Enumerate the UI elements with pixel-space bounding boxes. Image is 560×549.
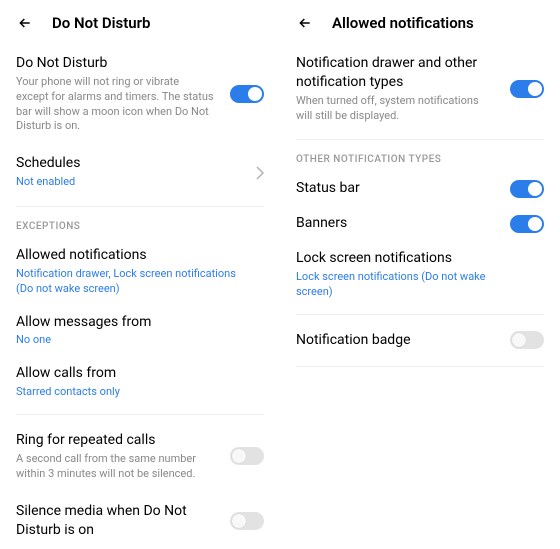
divider	[296, 314, 544, 315]
schedules-title: Schedules	[16, 154, 264, 173]
drawer-desc: When turned off, system notifications wi…	[296, 94, 544, 124]
dnd-row[interactable]: Do Not Disturb Your phone will not ring …	[0, 44, 280, 144]
calls-value: Starred contacts only	[16, 385, 264, 400]
repeated-toggle[interactable]	[230, 447, 264, 465]
statusbar-toggle[interactable]	[510, 180, 544, 198]
dnd-title: Do Not Disturb	[16, 54, 264, 73]
schedules-value: Not enabled	[16, 175, 264, 190]
calls-row[interactable]: Allow calls from Starred contacts only	[0, 356, 280, 408]
statusbar-title: Status bar	[296, 179, 544, 198]
messages-value: No one	[16, 333, 264, 348]
schedules-row[interactable]: Schedules Not enabled	[0, 144, 280, 200]
badge-title: Notification badge	[296, 331, 544, 350]
header: Allowed notifications	[280, 0, 560, 44]
silence-title: Silence media when Do Not Disturb is on	[16, 502, 264, 540]
statusbar-row[interactable]: Status bar	[280, 171, 560, 206]
repeated-desc: A second call from the same number withi…	[16, 452, 264, 482]
drawer-title: Notification drawer and other notificati…	[296, 54, 544, 92]
messages-title: Allow messages from	[16, 313, 264, 332]
divider	[296, 139, 544, 140]
divider	[16, 414, 264, 415]
page-title: Allowed notifications	[332, 14, 474, 32]
back-icon[interactable]	[16, 14, 34, 32]
banners-row[interactable]: Banners	[280, 206, 560, 241]
silence-toggle[interactable]	[230, 512, 264, 530]
lockscreen-value: Lock screen notifications (Do not wake s…	[296, 270, 544, 300]
page-title: Do Not Disturb	[52, 14, 150, 32]
other-types-label: OTHER NOTIFICATION TYPES	[280, 146, 560, 171]
calls-title: Allow calls from	[16, 364, 264, 383]
header: Do Not Disturb	[0, 0, 280, 44]
allowed-panel: Allowed notifications Notification drawe…	[280, 0, 560, 535]
banners-title: Banners	[296, 214, 544, 233]
exceptions-label: EXCEPTIONS	[0, 213, 280, 238]
dnd-desc: Your phone will not ring or vibrate exce…	[16, 75, 264, 134]
drawer-row[interactable]: Notification drawer and other notificati…	[280, 44, 560, 133]
badge-row[interactable]: Notification badge	[280, 321, 560, 360]
drawer-toggle[interactable]	[510, 80, 544, 98]
chevron-right-icon	[256, 165, 264, 179]
messages-row[interactable]: Allow messages from No one	[0, 305, 280, 357]
repeated-row[interactable]: Ring for repeated calls A second call fr…	[0, 421, 280, 492]
dnd-toggle[interactable]	[230, 85, 264, 103]
dnd-panel: Do Not Disturb Do Not Disturb Your phone…	[0, 0, 280, 535]
divider	[296, 366, 544, 367]
banners-toggle[interactable]	[510, 215, 544, 233]
lockscreen-row[interactable]: Lock screen notifications Lock screen no…	[280, 241, 560, 308]
repeated-title: Ring for repeated calls	[16, 431, 264, 450]
back-icon[interactable]	[296, 14, 314, 32]
silence-row[interactable]: Silence media when Do Not Disturb is on	[0, 492, 280, 549]
allowed-title: Allowed notifications	[16, 246, 264, 265]
allowed-row[interactable]: Allowed notifications Notification drawe…	[0, 238, 280, 305]
badge-toggle[interactable]	[510, 331, 544, 349]
lockscreen-title: Lock screen notifications	[296, 249, 544, 268]
allowed-value: Notification drawer, Lock screen notific…	[16, 267, 264, 297]
divider	[16, 206, 264, 207]
